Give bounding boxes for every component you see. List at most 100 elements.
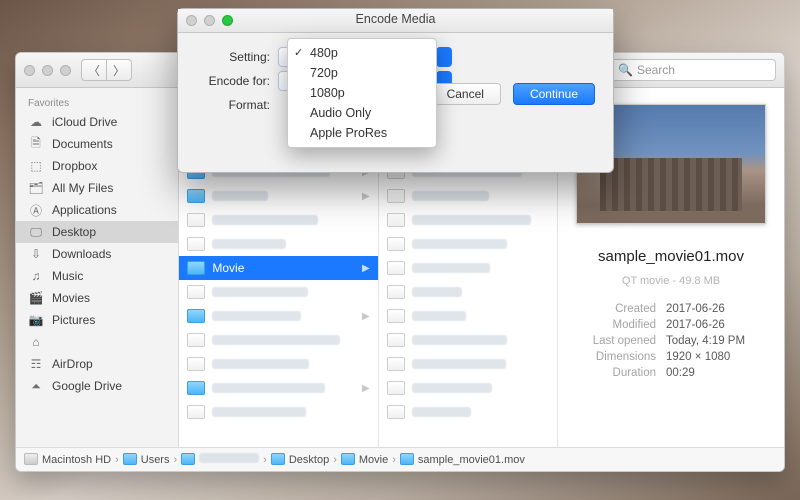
list-item[interactable] (179, 280, 377, 304)
home-icon: ⌂ (28, 335, 44, 349)
minimize-icon[interactable] (42, 65, 53, 76)
list-item[interactable] (379, 376, 557, 400)
sidebar-item-all-my-files[interactable]: 🗂All My Files (16, 177, 178, 199)
path-separator: › (263, 454, 267, 466)
blurred-label (212, 359, 309, 369)
path-segment[interactable]: Movie (341, 453, 388, 466)
list-item[interactable] (379, 352, 557, 376)
airdrop-icon: ☶ (28, 357, 44, 371)
format-label: Format: (198, 98, 278, 112)
close-icon[interactable] (24, 65, 35, 76)
list-item[interactable] (179, 232, 377, 256)
back-button[interactable]: 〈 (81, 59, 107, 81)
forward-button[interactable]: 〉 (106, 59, 132, 81)
path-segment[interactable]: sample_movie01.mov (400, 453, 525, 466)
path-segment[interactable]: Desktop (271, 453, 329, 466)
sidebar-item-label: Pictures (52, 313, 95, 327)
sidebar-item-label: All My Files (52, 181, 113, 195)
gdrive-icon: ⏶ (28, 379, 44, 393)
sidebar-item-label: iCloud Drive (52, 115, 117, 129)
list-item[interactable] (379, 304, 557, 328)
file-icon (187, 285, 205, 299)
path-label: sample_movie01.mov (418, 454, 525, 466)
list-item[interactable] (179, 352, 377, 376)
sidebar-item-icloud-drive[interactable]: ☁︎iCloud Drive (16, 111, 178, 133)
blurred-label (199, 453, 259, 463)
list-item[interactable] (379, 280, 557, 304)
desktop-icon: 🖵 (28, 225, 44, 239)
menu-item-apple-prores[interactable]: Apple ProRes (288, 123, 436, 143)
folder-row-movie[interactable]: Movie▶ (179, 256, 377, 280)
dropbox-icon: ⬚ (28, 159, 44, 173)
zoom-icon[interactable] (60, 65, 71, 76)
menu-item-720p[interactable]: 720p (288, 63, 436, 83)
cancel-button-label: Cancel (447, 87, 484, 101)
list-item[interactable] (179, 400, 377, 424)
sidebar-item-airdrop[interactable]: ☶AirDrop (16, 353, 178, 375)
sidebar-item-applications[interactable]: Ⓐ Applications (16, 199, 178, 221)
list-item[interactable] (379, 232, 557, 256)
blurred-label (412, 215, 531, 225)
list-item[interactable] (379, 256, 557, 280)
blurred-label (412, 407, 471, 417)
meta-row-duration: Duration00:29 (576, 365, 766, 381)
menu-item-audio-only[interactable]: Audio Only (288, 103, 436, 123)
folder-icon (123, 453, 137, 465)
file-icon (387, 237, 405, 251)
folder-label: Movie (212, 261, 244, 275)
folder-icon (24, 453, 38, 465)
path-label: Movie (359, 454, 388, 466)
list-item[interactable] (379, 184, 557, 208)
apps-icon: Ⓐ (28, 203, 44, 217)
list-item[interactable] (179, 208, 377, 232)
list-item[interactable]: ▶ (179, 184, 377, 208)
path-segment[interactable]: Users (123, 453, 170, 466)
sidebar-item-desktop[interactable]: 🖵Desktop (16, 221, 178, 243)
setting-dropdown-menu[interactable]: 480p720p1080pAudio OnlyApple ProRes (287, 38, 437, 148)
meta-row-modified: Modified2017-06-26 (576, 317, 766, 333)
continue-button[interactable]: Continue (513, 83, 595, 105)
list-item[interactable] (379, 328, 557, 352)
path-segment[interactable] (181, 453, 259, 466)
meta-label: Last opened (576, 335, 656, 347)
sidebar-item-downloads[interactable]: ⇩Downloads (16, 243, 178, 265)
sidebar-item-label: Downloads (52, 247, 111, 261)
blurred-label (412, 263, 490, 273)
list-item[interactable]: ▶ (179, 304, 377, 328)
menu-item-1080p[interactable]: 1080p (288, 83, 436, 103)
sidebar-item-music[interactable]: ♫Music (16, 265, 178, 287)
blurred-label (412, 383, 492, 393)
setting-popup-arrow[interactable] (436, 47, 452, 67)
sidebar-item-documents[interactable]: 🗎Documents (16, 133, 178, 155)
meta-value: 2017-06-26 (666, 319, 766, 331)
list-item[interactable] (179, 328, 377, 352)
cancel-button[interactable]: Cancel (430, 83, 501, 105)
file-icon (387, 285, 405, 299)
file-icon (387, 213, 405, 227)
sidebar-item-home[interactable]: ⌂ (16, 331, 178, 353)
chevron-right-icon: ▶ (362, 311, 370, 322)
search-icon: 🔍 (618, 63, 633, 77)
sidebar-item-movies[interactable]: 🎬Movies (16, 287, 178, 309)
preview-filename: sample_movie01.mov (598, 248, 744, 265)
path-segment[interactable]: Macintosh HD (24, 453, 111, 466)
sidebar-item-label: Applications (52, 203, 117, 217)
list-item[interactable]: ▶ (179, 376, 377, 400)
sidebar-item-dropbox[interactable]: ⬚Dropbox (16, 155, 178, 177)
folder-icon (187, 261, 205, 275)
chevron-right-icon: ▶ (362, 191, 370, 202)
menu-item-480p[interactable]: 480p (288, 43, 436, 63)
blurred-label (212, 239, 286, 249)
sidebar-item-google-drive[interactable]: ⏶Google Drive (16, 375, 178, 397)
search-field[interactable]: 🔍 Search (611, 59, 776, 81)
list-item[interactable] (379, 208, 557, 232)
meta-row-last-opened: Last openedToday, 4:19 PM (576, 333, 766, 349)
file-icon (387, 405, 405, 419)
blurred-label (212, 287, 308, 297)
blurred-label (412, 335, 507, 345)
list-item[interactable] (379, 400, 557, 424)
folder-icon (187, 189, 205, 203)
path-bar: Macintosh HD›Users››Desktop›Movie›sample… (16, 447, 784, 471)
folder-icon (187, 381, 205, 395)
sidebar-item-pictures[interactable]: 📷Pictures (16, 309, 178, 331)
